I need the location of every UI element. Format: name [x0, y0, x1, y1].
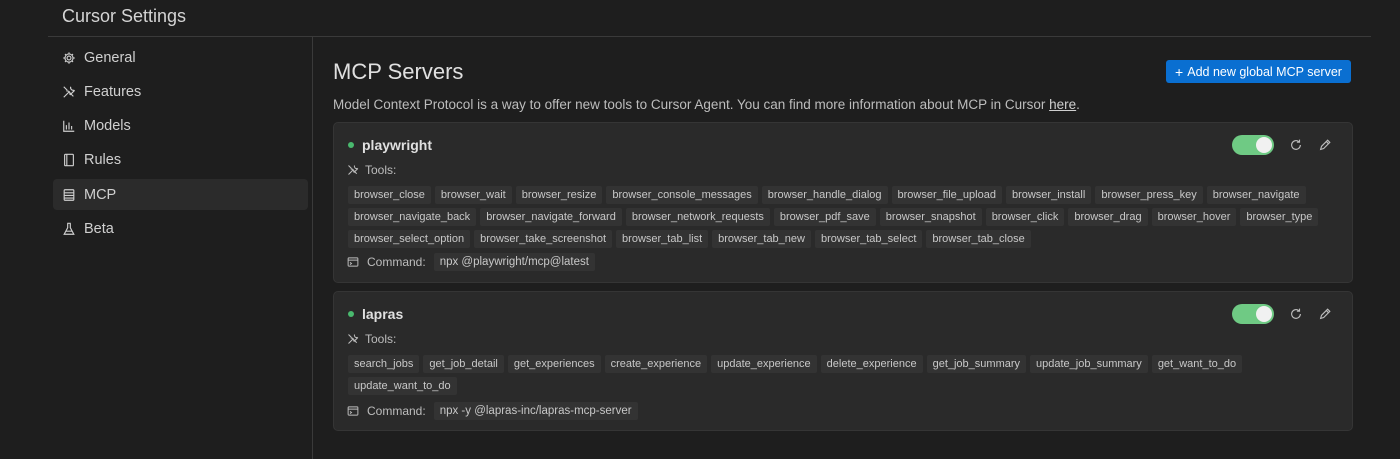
- command-label: Command:: [367, 255, 426, 269]
- sidebar-item-label: Rules: [84, 152, 122, 169]
- terminal-icon: [347, 405, 359, 417]
- tool-chip: browser_tab_list: [616, 230, 709, 248]
- tool-chip: browser_resize: [515, 186, 603, 204]
- tool-chip: update_job_summary: [1030, 355, 1148, 373]
- tool-row: search_jobs get_job_detail get_experienc…: [348, 355, 1338, 377]
- sidebar-item-label: Beta: [84, 220, 114, 237]
- tools-icon: [347, 164, 359, 176]
- sidebar-item-label: Features: [84, 83, 142, 100]
- tool-chip: get_experiences: [507, 355, 601, 373]
- more-info-link[interactable]: here: [1049, 97, 1076, 112]
- tool-chip: browser_snapshot: [879, 208, 982, 226]
- tools-icon: [62, 85, 76, 99]
- tool-chip: browser_navigate_forward: [480, 208, 622, 226]
- description-text: Model Context Protocol is a way to offer…: [333, 97, 1050, 112]
- document-icon: [62, 153, 76, 167]
- tool-chip: get_want_to_do: [1151, 355, 1243, 373]
- status-dot: [348, 142, 354, 148]
- tool-chip: browser_navigate: [1206, 186, 1306, 204]
- add-button-label: Add new global MCP server: [1187, 64, 1342, 79]
- tool-chip: browser_drag: [1068, 208, 1148, 226]
- toggle-knob: [1256, 306, 1272, 322]
- tool-chip: create_experience: [604, 355, 708, 373]
- edit-pencil-icon[interactable]: [1318, 138, 1332, 152]
- tool-chip: browser_file_upload: [891, 186, 1002, 204]
- sidebar-item-features[interactable]: Features: [53, 76, 308, 107]
- sidebar-item-mcp[interactable]: MCP: [53, 179, 308, 211]
- status-dot: [348, 311, 354, 317]
- add-global-mcp-server-button[interactable]: + Add new global MCP server: [1166, 60, 1351, 83]
- tool-chip: delete_experience: [820, 355, 923, 373]
- toggle-knob: [1256, 137, 1272, 153]
- page-title: MCP Servers: [333, 59, 464, 84]
- tool-chip: browser_network_requests: [625, 208, 770, 226]
- tool-chip: browser_type: [1240, 208, 1319, 226]
- tool-chip: update_experience: [711, 355, 817, 373]
- server-name: lapras: [362, 306, 404, 322]
- tool-chip: browser_press_key: [1095, 186, 1203, 204]
- edit-pencil-icon[interactable]: [1318, 307, 1332, 321]
- tool-row: update_want_to_do: [348, 377, 1338, 399]
- tool-chip: browser_install: [1005, 186, 1092, 204]
- sidebar-divider: [312, 37, 313, 459]
- tool-list: search_jobs get_job_detail get_experienc…: [348, 355, 1338, 399]
- refresh-icon[interactable]: [1289, 138, 1303, 152]
- tool-row: browser_navigate_back browser_navigate_f…: [348, 208, 1338, 230]
- sidebar-item-general[interactable]: General: [53, 42, 308, 73]
- flask-icon: [62, 222, 76, 236]
- sidebar-item-rules[interactable]: Rules: [53, 145, 308, 176]
- tool-chip: browser_tab_close: [926, 230, 1031, 248]
- server-enable-toggle[interactable]: [1232, 135, 1274, 155]
- tools-label: Tools:: [365, 332, 397, 346]
- sidebar: General Features Models Rules MCP Beta: [53, 42, 308, 248]
- tool-chip: browser_tab_new: [712, 230, 811, 248]
- sidebar-item-models[interactable]: Models: [53, 111, 308, 142]
- tool-chip: browser_pdf_save: [773, 208, 876, 226]
- mcp-server-card-playwright: playwright Tools: browser_close browser_…: [333, 122, 1353, 283]
- tool-chip: browser_select_option: [348, 230, 471, 248]
- tool-row: browser_select_option browser_take_scree…: [348, 230, 1338, 252]
- tool-chip: update_want_to_do: [348, 377, 457, 395]
- tool-chip: browser_click: [985, 208, 1065, 226]
- tool-row: browser_close browser_wait browser_resiz…: [348, 186, 1338, 208]
- sidebar-item-label: MCP: [84, 186, 117, 203]
- sidebar-item-label: Models: [84, 118, 131, 135]
- tool-chip: browser_take_screenshot: [474, 230, 613, 248]
- tools-label: Tools:: [365, 163, 397, 177]
- tools-icon: [347, 333, 359, 345]
- sidebar-item-beta[interactable]: Beta: [53, 213, 308, 244]
- tool-chip: get_job_summary: [926, 355, 1027, 373]
- tool-chip: browser_hover: [1151, 208, 1237, 226]
- command-value: npx @playwright/mcp@latest: [433, 253, 595, 271]
- window-title: Cursor Settings: [62, 6, 187, 26]
- server-icon: [62, 188, 76, 202]
- command-row: Command: npx -y @lapras-inc/lapras-mcp-s…: [347, 402, 638, 420]
- tools-header: Tools:: [347, 332, 396, 346]
- mcp-server-card-lapras: lapras Tools: search_jobs get_job_detail…: [333, 291, 1353, 431]
- tool-chip: search_jobs: [348, 355, 420, 373]
- server-name: playwright: [362, 137, 433, 153]
- command-row: Command: npx @playwright/mcp@latest: [347, 253, 595, 271]
- command-value: npx -y @lapras-inc/lapras-mcp-server: [433, 402, 638, 420]
- tools-header: Tools:: [347, 163, 396, 177]
- tool-chip: browser_close: [348, 186, 431, 204]
- tool-chip: browser_tab_select: [814, 230, 923, 248]
- bar-chart-icon: [62, 119, 76, 133]
- header-divider: [48, 36, 1371, 37]
- tool-chip: get_job_detail: [423, 355, 504, 373]
- sidebar-item-label: General: [84, 49, 136, 66]
- command-label: Command:: [367, 404, 426, 418]
- mcp-description: Model Context Protocol is a way to offer…: [333, 97, 1080, 112]
- tool-list: browser_close browser_wait browser_resiz…: [348, 186, 1338, 252]
- gear-icon: [62, 51, 76, 65]
- tool-chip: browser_handle_dialog: [761, 186, 888, 204]
- terminal-icon: [347, 256, 359, 268]
- tool-chip: browser_navigate_back: [348, 208, 477, 226]
- server-enable-toggle[interactable]: [1232, 304, 1274, 324]
- tool-chip: browser_wait: [434, 186, 512, 204]
- refresh-icon[interactable]: [1289, 307, 1303, 321]
- description-end: .: [1076, 97, 1080, 112]
- tool-chip: browser_console_messages: [606, 186, 758, 204]
- plus-icon: +: [1175, 63, 1184, 80]
